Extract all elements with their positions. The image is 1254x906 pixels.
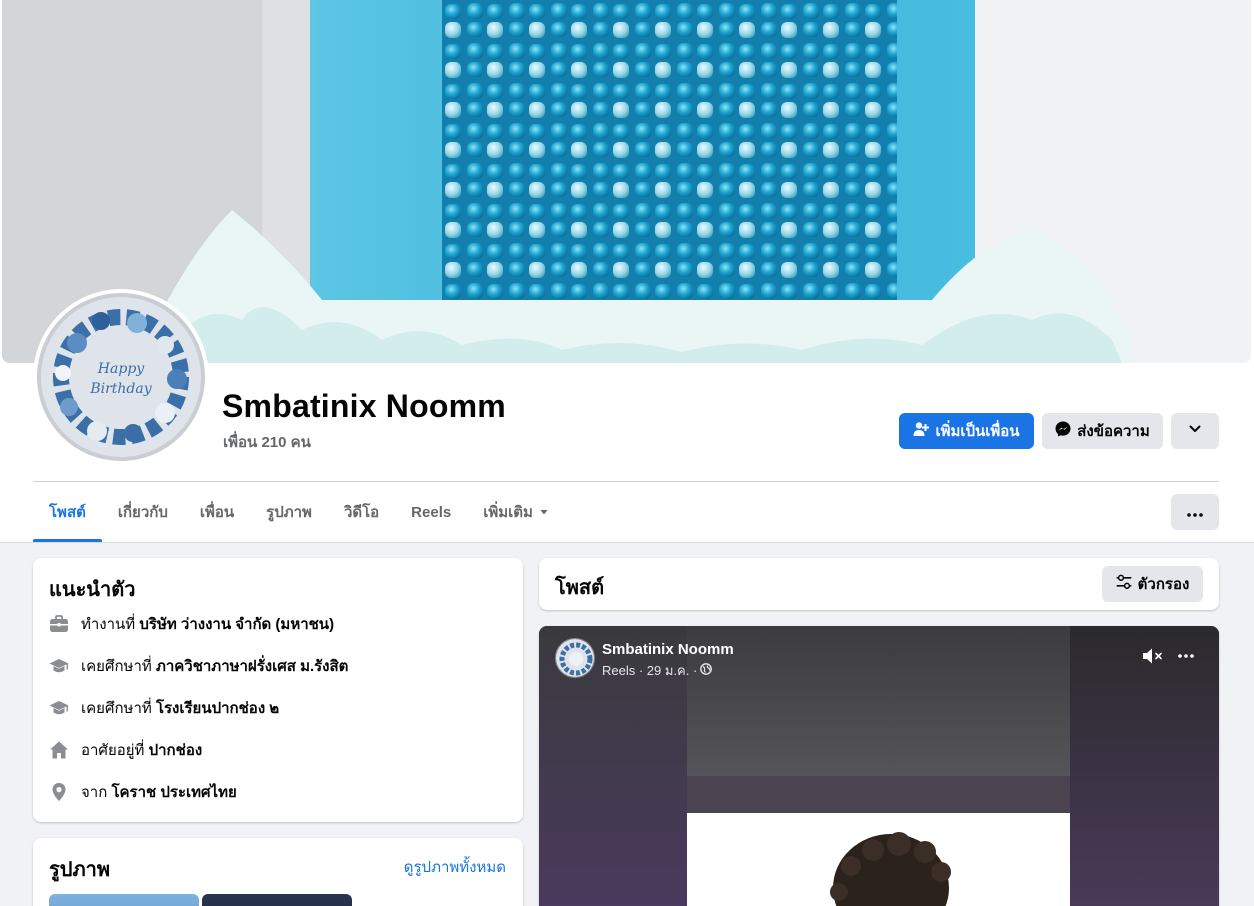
tab-label: เพื่อน — [199, 504, 235, 521]
tab-label: Reels — [411, 503, 452, 521]
posts-title: โพสต์ — [555, 577, 605, 599]
message-label: ส่งข้อความ — [1077, 423, 1150, 440]
intro-value-link[interactable]: โคราช ประเทศไทย — [111, 784, 236, 801]
friend-count[interactable]: เพื่อน 210 คน — [223, 430, 311, 454]
intro-prefix: อาศัยอยู่ที่ — [81, 742, 145, 759]
chevron-down-icon — [1188, 422, 1202, 440]
intro-item-education: เคยศึกษาที่ ภาควิชาภาษาฝรั่งเศส ม.รังสิต — [49, 653, 348, 679]
briefcase-icon — [49, 614, 69, 634]
graduation-cap-icon — [49, 698, 69, 718]
more-dots-icon — [1187, 504, 1203, 521]
tab-label: เพิ่มเติม — [483, 504, 533, 521]
intro-title: แนะนำตัว — [49, 579, 136, 601]
tab-friends[interactable]: เพื่อน — [184, 482, 250, 542]
intro-value-link[interactable]: ภาควิชาภาษาฝรั่งเศส ม.รังสิต — [156, 658, 348, 675]
filter-button[interactable]: ตัวกรอง — [1102, 566, 1203, 602]
tab-label: เกี่ยวกับ — [117, 504, 168, 521]
tab-label: วิดีโอ — [343, 504, 380, 521]
intro-item-lives-in: อาศัยอยู่ที่ ปากช่อง — [49, 737, 202, 763]
graduation-cap-icon — [49, 656, 69, 676]
add-person-icon — [913, 421, 930, 441]
mute-icon[interactable] — [1139, 644, 1167, 668]
post-author-avatar[interactable] — [555, 638, 595, 678]
intro-prefix: จาก — [81, 784, 108, 801]
add-friend-button[interactable]: เพิ่มเป็นเพื่อน — [899, 413, 1034, 449]
profile-menu-button[interactable] — [1171, 494, 1219, 530]
photo-thumbnail[interactable] — [202, 894, 352, 906]
tab-more[interactable]: เพิ่มเติม — [467, 482, 565, 542]
intro-item-work: ทำงานที่ บริษัท ว่างงาน จำกัด (มหาชน) — [49, 611, 334, 637]
post-author-name[interactable]: Smbatinix Noomm — [602, 641, 734, 658]
svg-text:Happy: Happy — [97, 361, 145, 377]
post-options-icon[interactable] — [1172, 644, 1200, 668]
photo-thumbnail[interactable] — [49, 894, 199, 906]
tab-photos[interactable]: รูปภาพ — [250, 482, 328, 542]
intro-prefix: เคยศึกษาที่ — [81, 700, 152, 717]
add-friend-label: เพิ่มเป็นเพื่อน — [935, 423, 1020, 440]
tab-label: โพสต์ — [49, 504, 86, 521]
tab-label: รูปภาพ — [266, 504, 312, 521]
tab-about[interactable]: เกี่ยวกับ — [102, 482, 184, 542]
intro-value-link[interactable]: โรงเรียนปากช่อง ๒ — [156, 700, 279, 717]
svg-text:Birthday: Birthday — [89, 381, 152, 397]
home-icon — [49, 740, 69, 760]
messenger-icon — [1055, 421, 1071, 441]
profile-name: Smbatinix Noomm — [222, 388, 506, 424]
tab-reels[interactable]: Reels — [395, 482, 467, 542]
intro-value-link[interactable]: บริษัท ว่างงาน จำกัด (มหาชน) — [139, 616, 334, 633]
profile-avatar[interactable]: Happy Birthday — [33, 289, 209, 465]
posts-header-card: โพสต์ ตัวกรอง — [539, 558, 1219, 610]
globe-icon — [700, 663, 713, 678]
filter-sliders-icon — [1116, 574, 1132, 594]
intro-value-link[interactable]: ปากช่อง — [149, 742, 203, 759]
cover-photo[interactable] — [2, 0, 1251, 363]
more-options-dropdown[interactable] — [1171, 413, 1219, 449]
location-pin-icon — [49, 782, 69, 802]
intro-card: แนะนำตัว ทำงานที่ บริษัท ว่างงาน จำกัด (… — [33, 558, 523, 822]
photos-card: รูปภาพ ดูรูปภาพทั้งหมด — [33, 838, 523, 906]
caret-down-icon — [539, 504, 549, 521]
intro-item-education: เคยศึกษาที่ โรงเรียนปากช่อง ๒ — [49, 695, 279, 721]
post-meta: Reels · 29 ม.ค. · — [602, 660, 713, 681]
intro-item-from: จาก โคราช ประเทศไทย — [49, 779, 237, 805]
message-button[interactable]: ส่งข้อความ — [1042, 413, 1163, 449]
tab-posts[interactable]: โพสต์ — [33, 482, 102, 542]
intro-prefix: เคยศึกษาที่ — [81, 658, 152, 675]
see-all-photos-link[interactable]: ดูรูปภาพทั้งหมด — [404, 855, 506, 879]
tab-videos[interactable]: วิดีโอ — [328, 482, 395, 542]
profile-tabs: โพสต์ เกี่ยวกับ เพื่อน รูปภาพ วิดีโอ Ree… — [33, 482, 565, 542]
post-meta-text[interactable]: Reels · 29 ม.ค. · — [602, 660, 697, 681]
intro-prefix: ทำงานที่ — [81, 616, 136, 633]
reel-post: Smbatinix Noomm Reels · 29 ม.ค. · — [539, 626, 1219, 906]
filter-label: ตัวกรอง — [1137, 576, 1190, 593]
photos-title[interactable]: รูปภาพ — [49, 853, 110, 885]
